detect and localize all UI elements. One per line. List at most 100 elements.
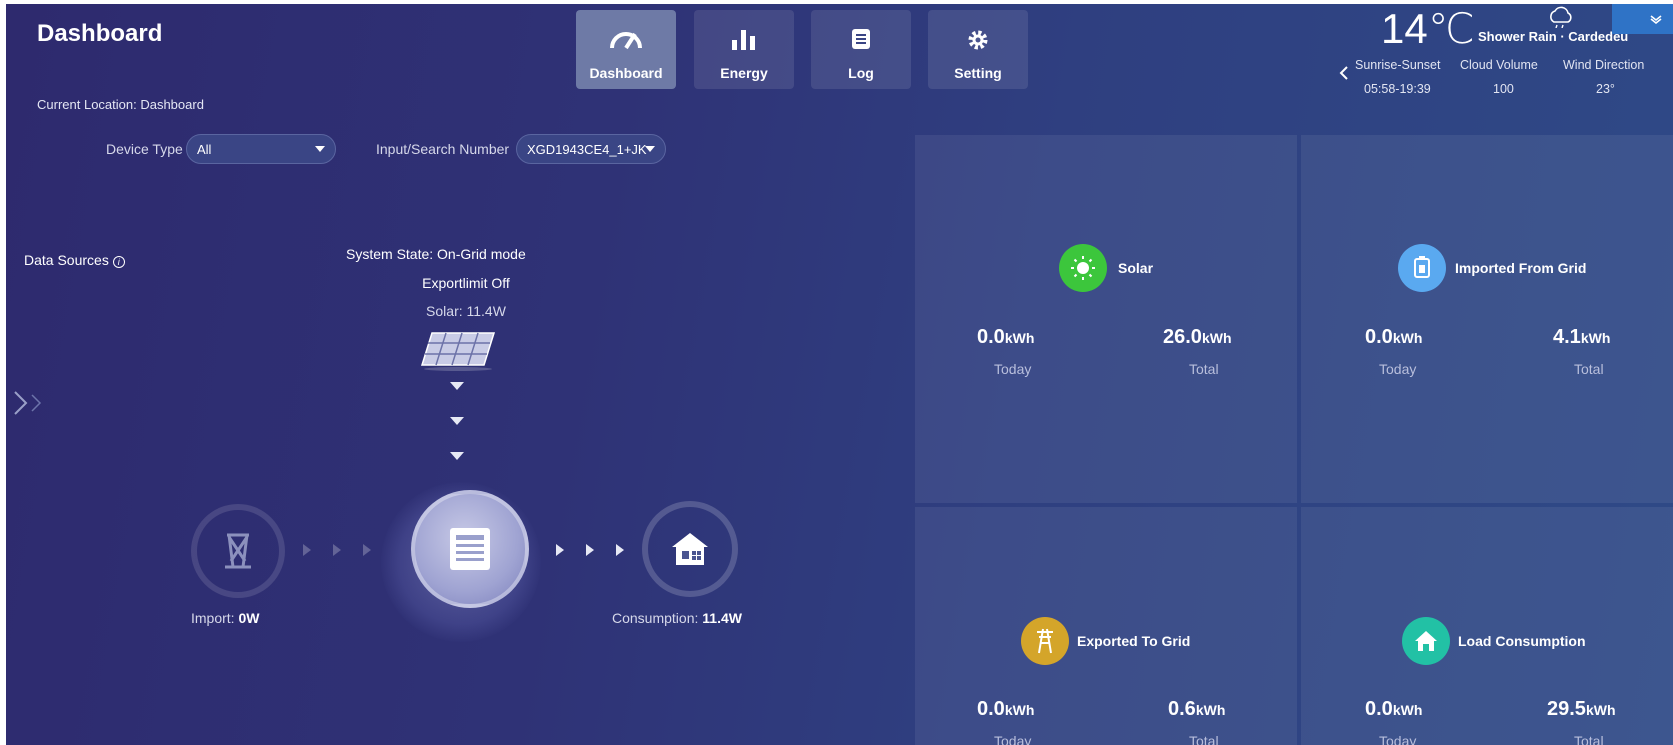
imported-today-label: Today [1379, 361, 1417, 377]
gauge-icon [576, 28, 676, 50]
search-number-label: Input/Search Number [376, 141, 510, 157]
flow-arrow-down [450, 382, 464, 390]
inverter-icon [450, 528, 490, 570]
consumption-node [642, 501, 738, 597]
exported-today-label: Today [994, 733, 1032, 745]
unit: kWh [1195, 702, 1226, 718]
expand-sidebar-icon[interactable] [12, 390, 52, 421]
tab-log[interactable]: Log [811, 10, 911, 89]
solar-total-label: Total [1189, 361, 1219, 377]
sun-icon [1059, 244, 1107, 292]
value: 0.0 [977, 698, 1005, 720]
grid-import-icon [1398, 244, 1446, 292]
consumption-label: Consumption: [612, 610, 699, 626]
tab-label: Log [848, 65, 874, 81]
home-icon [672, 533, 708, 565]
dropdown-toggle-button[interactable] [1612, 4, 1673, 34]
export-limit: Exportlimit Off [422, 275, 510, 291]
exported-title: Exported To Grid [1077, 633, 1191, 649]
power-tower-icon [225, 533, 251, 569]
value: 0.0 [1365, 698, 1393, 720]
unit: kWh [1004, 330, 1035, 346]
value: 26.0 [1163, 326, 1202, 348]
wind-direction-label: Wind Direction [1563, 58, 1645, 72]
temperature: 14℃ [1381, 5, 1475, 52]
sunrise-sunset-value: 05:58-19:39 [1364, 82, 1431, 96]
home-icon [1402, 617, 1450, 665]
device-type-label: Device Type [106, 141, 183, 157]
device-type-value: All [197, 142, 212, 157]
search-number-value: XGD1943CE4_1+JK [527, 142, 647, 157]
load-today-label: Today [1379, 733, 1417, 745]
imported-card [1301, 135, 1673, 503]
exported-today-value: 0.0kWh [977, 698, 1034, 721]
cloud-volume-value: 100 [1493, 82, 1514, 96]
flow-arrow-right [333, 544, 341, 556]
gear-icon [928, 28, 1028, 50]
bar-chart-icon [694, 28, 794, 50]
tab-label: Setting [954, 65, 1002, 81]
flow-arrow-right [303, 544, 311, 556]
weather-description: Shower Rain · Cardedeu [1478, 29, 1629, 44]
flow-arrow-right [616, 544, 624, 556]
unit: kWh [1004, 702, 1035, 718]
exported-total-value: 0.6kWh [1168, 698, 1225, 721]
solar-title: Solar [1118, 260, 1154, 276]
sunrise-sunset-label: Sunrise-Sunset [1355, 58, 1441, 72]
power-tower-icon [1021, 617, 1069, 665]
solar-today-value: 0.0kWh [977, 326, 1034, 349]
imported-title: Imported From Grid [1455, 260, 1587, 276]
solar-power: Solar: 11.4W [426, 303, 506, 319]
search-number-select[interactable]: XGD1943CE4_1+JK [516, 134, 666, 164]
device-type-select[interactable]: All [186, 134, 336, 164]
consumption-value: 11.4W [702, 610, 742, 626]
unit: kWh [1585, 702, 1616, 718]
data-sources-text: Data Sources [24, 252, 109, 268]
chevron-down-icon [315, 146, 325, 152]
import-reading: Import: 0W [191, 610, 259, 626]
load-title: Load Consumption [1458, 633, 1586, 649]
value: 0.6 [1168, 698, 1196, 720]
info-icon[interactable]: i [112, 256, 125, 268]
consumption-reading: Consumption: 11.4W [612, 610, 742, 626]
unit: kWh [1392, 330, 1423, 346]
page-title: Dashboard [37, 20, 163, 47]
chevron-down-icon [645, 146, 655, 152]
flow-arrow-right [586, 544, 594, 556]
load-card [1301, 507, 1673, 745]
cloud-volume-label: Cloud Volume [1460, 58, 1538, 72]
grid-import-node [191, 504, 285, 598]
value: 29.5 [1547, 698, 1586, 720]
flow-arrow-right [556, 544, 564, 556]
solar-panel-icon [418, 331, 498, 376]
load-total-value: 29.5kWh [1547, 698, 1616, 721]
load-today-value: 0.0kWh [1365, 698, 1422, 721]
solar-today-label: Today [994, 361, 1032, 377]
value: 0.0 [1365, 326, 1393, 348]
breadcrumb: Current Location: Dashboard [37, 97, 204, 112]
flow-arrow-down [450, 417, 464, 425]
tab-energy[interactable]: Energy [694, 10, 794, 89]
tab-setting[interactable]: Setting [928, 10, 1028, 89]
chevron-left-icon[interactable] [1339, 65, 1349, 86]
exported-total-label: Total [1189, 733, 1219, 745]
system-state: System State: On-Grid mode [346, 246, 526, 262]
value: 4.1 [1553, 326, 1581, 348]
dashboard-app: Dashboard Current Location: Dashboard Da… [6, 4, 1673, 745]
imported-total-label: Total [1574, 361, 1604, 377]
unit: kWh [1201, 330, 1232, 346]
unit: kWh [1580, 330, 1611, 346]
tab-label: Energy [720, 65, 768, 81]
flow-arrow-right [363, 544, 371, 556]
tab-label: Dashboard [589, 65, 663, 81]
load-total-label: Total [1574, 733, 1604, 745]
import-value: 0W [238, 610, 260, 626]
tab-dashboard[interactable]: Dashboard [576, 10, 676, 89]
value: 0.0 [977, 326, 1005, 348]
import-label: Import: [191, 610, 235, 626]
data-sources-label: Data Sources i [24, 252, 125, 268]
exported-card [915, 507, 1297, 745]
flow-arrow-down [450, 452, 464, 460]
inverter-node [411, 490, 529, 608]
wind-direction-value: 23° [1596, 82, 1615, 96]
